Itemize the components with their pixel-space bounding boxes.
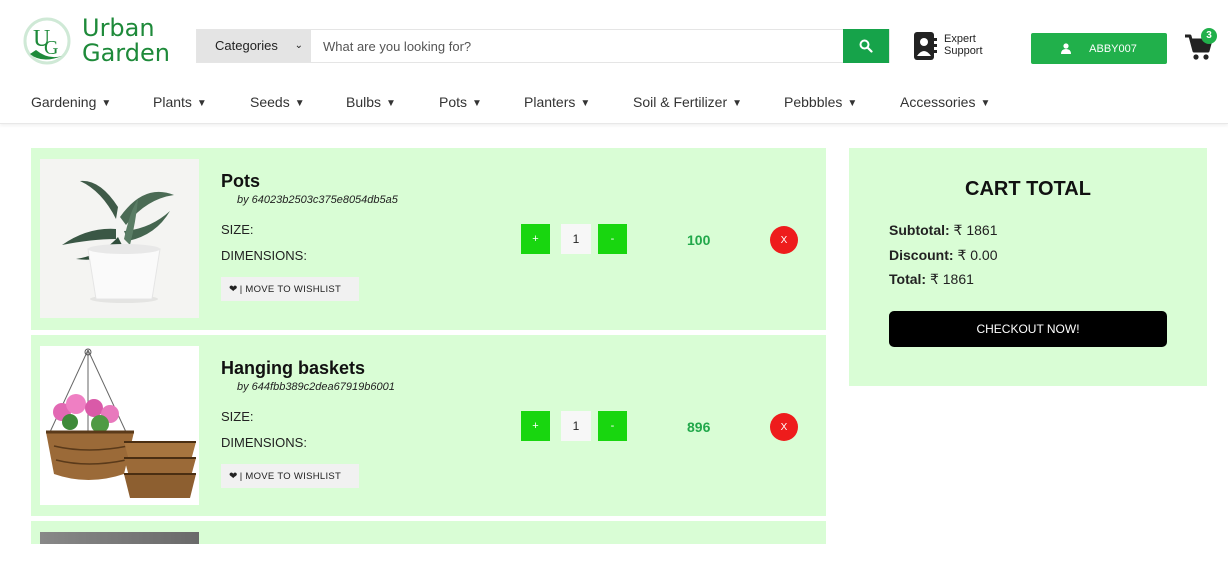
caret-down-icon: ▼ [847,98,858,109]
brand-line-1: Urban [82,14,155,42]
product-image[interactable] [40,346,199,505]
remove-item-button[interactable]: X [770,226,798,254]
quantity-increase-button[interactable]: + [521,224,550,254]
product-image[interactable] [40,159,199,318]
cart-count-badge: 3 [1201,28,1217,44]
remove-item-button[interactable]: X [770,413,798,441]
product-seller: by 644fbb389c2dea67919b6001 [237,381,395,393]
search-bar: Categories ⌄ [196,29,890,63]
product-size-label: SIZE: [221,222,254,237]
nav-item-label: Pots [439,94,468,110]
move-to-wishlist-label: | MOVE TO WISHLIST [239,283,342,295]
item-price: 100 [687,232,711,248]
nav-item-gardening[interactable]: Gardening ▼ [31,94,111,110]
cart-button[interactable]: 3 [1182,28,1222,64]
nav-item-soil-fertilizer[interactable]: Soil & Fertilizer ▼ [633,94,742,110]
expert-support-link[interactable]: Expert Support [914,32,1014,62]
move-to-wishlist-button[interactable]: ❤ | MOVE TO WISHLIST [221,464,359,488]
cart-item [31,521,826,544]
product-dimensions-label: DIMENSIONS: [221,435,307,450]
caret-down-icon: ▼ [196,98,207,109]
brand-name: Urban Garden [82,16,170,66]
nav-item-label: Seeds [250,94,290,110]
nav-item-label: Accessories [900,94,976,110]
item-price: 896 [687,419,711,435]
quantity-increase-button[interactable]: + [521,411,550,441]
search-input[interactable] [311,30,845,62]
hanging-basket-image [40,346,199,505]
total-label: Total: [889,271,927,287]
product-size-label: SIZE: [221,409,254,424]
cart-item: Pots by 64023b2503c375e8054db5a5 SIZE: D… [31,148,826,330]
caret-down-icon: ▼ [294,98,305,109]
potted-plant-image [40,159,199,318]
caret-down-icon: ▼ [980,98,991,109]
product-title[interactable]: Pots [221,171,260,192]
category-select-label: Categories [215,38,278,53]
caret-down-icon: ▼ [580,98,591,109]
quantity-value: 1 [561,224,591,254]
nav-item-label: Soil & Fertilizer [633,94,728,110]
move-to-wishlist-label: | MOVE TO WISHLIST [239,470,342,482]
caret-down-icon: ▼ [386,98,396,109]
caret-down-icon: ▼ [732,98,743,109]
subtotal-row: Subtotal: ₹ 1861 [889,222,998,239]
nav-item-pots[interactable]: Pots ▼ [439,94,482,110]
subtotal-label: Subtotal: [889,222,950,238]
header: U G Urban Garden Categories ⌄ What are y… [0,0,1228,78]
nav-item-label: Planters [524,94,576,110]
nav-item-label: Gardening [31,94,97,110]
support-icon [914,32,937,60]
cart-item: Hanging baskets by 644fbb389c2dea67919b6… [31,335,826,516]
username-label: ABBY007 [1089,42,1137,55]
nav-item-label: Bulbs [346,94,382,110]
discount-label: Discount: [889,247,954,263]
heart-icon: ❤ [229,470,238,482]
category-nav: Gardening ▼ Plants ▼ Seeds ▼ Bulbs ▼ Pots ▼ P… [0,86,1228,124]
nav-item-bulbs[interactable]: Bulbs ▼ [346,94,396,110]
nav-item-label: Pebbbles [784,94,843,110]
total-row: Total: ₹ 1861 [889,271,974,288]
subtotal-value: ₹ 1861 [953,222,998,238]
search-button[interactable] [843,29,889,63]
cart-total-panel: CART TOTAL Subtotal: ₹ 1861 Discount: ₹ … [849,148,1207,386]
caret-down-icon: ▼ [472,98,482,109]
nav-item-seeds[interactable]: Seeds ▼ [250,94,305,110]
brand-logo-icon: U G [23,17,71,65]
product-seller: by 64023b2503c375e8054db5a5 [237,194,398,206]
product-dimensions-label: DIMENSIONS: [221,248,307,263]
brand-logo[interactable]: U G Urban Garden [22,14,182,70]
quantity-decrease-button[interactable]: - [598,411,627,441]
caret-down-icon: ▼ [101,98,112,109]
nav-item-accessories[interactable]: Accessories ▼ [900,94,990,110]
total-value: ₹ 1861 [929,271,974,287]
chevron-down-icon: ⌄ [294,40,303,51]
product-image[interactable] [40,532,199,544]
user-icon [1061,43,1072,54]
expert-support-line-2: Support [944,45,983,57]
heart-icon: ❤ [229,283,238,295]
discount-row: Discount: ₹ 0.00 [889,247,998,264]
expert-support-line-1: Expert [944,33,976,45]
checkout-button[interactable]: CHECKOUT NOW! [889,311,1167,347]
nav-item-pebbles[interactable]: Pebbbles ▼ [784,94,857,110]
category-select[interactable]: Categories ⌄ [197,30,311,62]
brand-line-2: Garden [82,39,170,67]
cart-total-title: CART TOTAL [965,178,1091,200]
quantity-decrease-button[interactable]: - [598,224,627,254]
nav-item-plants[interactable]: Plants ▼ [153,94,207,110]
user-account-button[interactable]: ABBY007 [1031,33,1167,64]
nav-item-label: Plants [153,94,192,110]
product-title[interactable]: Hanging baskets [221,358,365,379]
svg-text:G: G [44,37,58,59]
expert-support-label: Expert Support [944,33,983,57]
quantity-value: 1 [561,411,591,441]
nav-item-planters[interactable]: Planters ▼ [524,94,590,110]
move-to-wishlist-button[interactable]: ❤ | MOVE TO WISHLIST [221,277,359,301]
search-icon [859,39,873,53]
discount-value: ₹ 0.00 [957,247,998,263]
